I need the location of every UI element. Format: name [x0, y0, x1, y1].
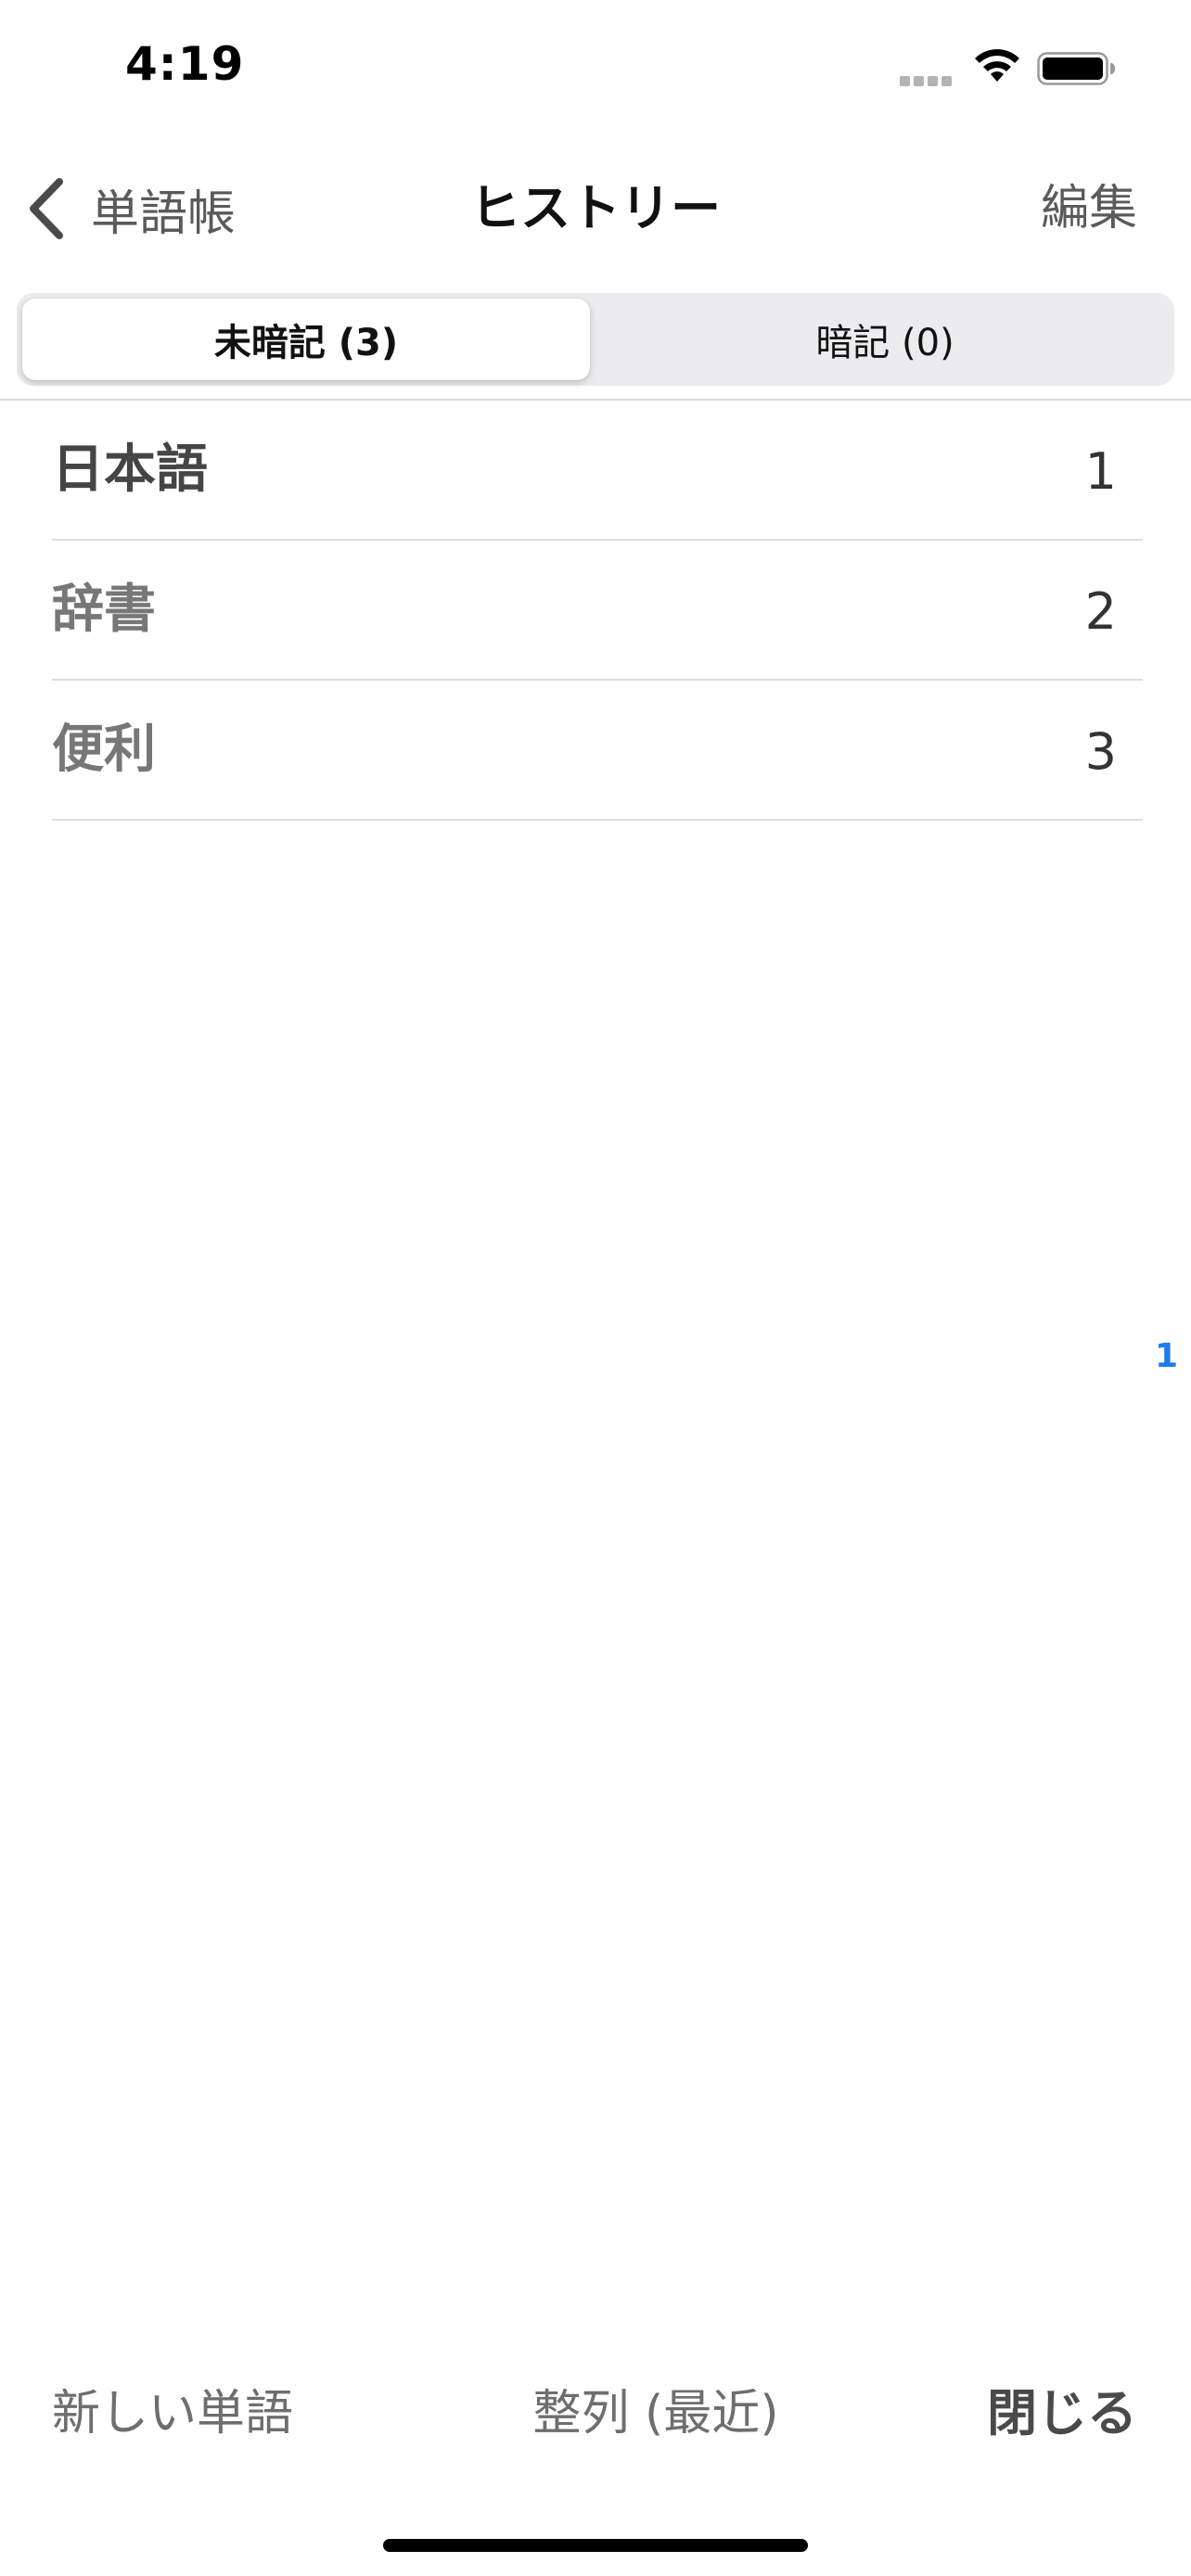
list-item-word: 日本語 — [52, 440, 208, 500]
list-item-count: 1 — [1084, 442, 1117, 501]
status-time: 4:19 — [125, 37, 245, 91]
close-button[interactable]: 閉じる — [987, 2372, 1137, 2455]
sort-button[interactable]: 整列 (最近) — [532, 2386, 778, 2442]
list-item-word: 辞書 — [52, 580, 156, 640]
status-bar: 4:19 — [0, 0, 1191, 139]
battery-icon — [1037, 52, 1115, 85]
word-list: 日本語 1 辞書 2 便利 3 — [52, 401, 1143, 821]
home-indicator[interactable] — [383, 2539, 808, 2552]
new-word-button[interactable]: 新しい単語 — [52, 2372, 293, 2455]
page-title: ヒストリー — [470, 179, 721, 237]
cellular-signal-icon — [900, 72, 957, 86]
list-item-count: 2 — [1084, 582, 1117, 641]
segment-memorized[interactable]: 暗記 (0) — [601, 299, 1169, 380]
wifi-icon — [975, 49, 1019, 82]
list-item[interactable]: 日本語 1 — [52, 401, 1143, 541]
bottom-toolbar: 新しい単語 整列 (最近) 閉じる — [0, 2372, 1191, 2455]
list-item[interactable]: 便利 3 — [52, 681, 1143, 821]
edit-button[interactable]: 編集 — [1041, 174, 1137, 243]
list-item-count: 3 — [1084, 722, 1117, 781]
section-index-marker[interactable]: 1 — [1155, 1337, 1178, 1375]
list-item-word: 便利 — [52, 720, 156, 780]
segmented-control: 未暗記 (3) 暗記 (0) — [17, 293, 1174, 386]
navigation-bar: 単語帳 ヒストリー 編集 — [0, 158, 1191, 260]
app-screen: 4:19 単語帳 ヒストリー 編集 未暗記 (3) 暗記 (0) 日本語 1 辞… — [0, 0, 1191, 2576]
segment-unmemorized[interactable]: 未暗記 (3) — [22, 299, 590, 380]
list-item[interactable]: 辞書 2 — [52, 541, 1143, 681]
